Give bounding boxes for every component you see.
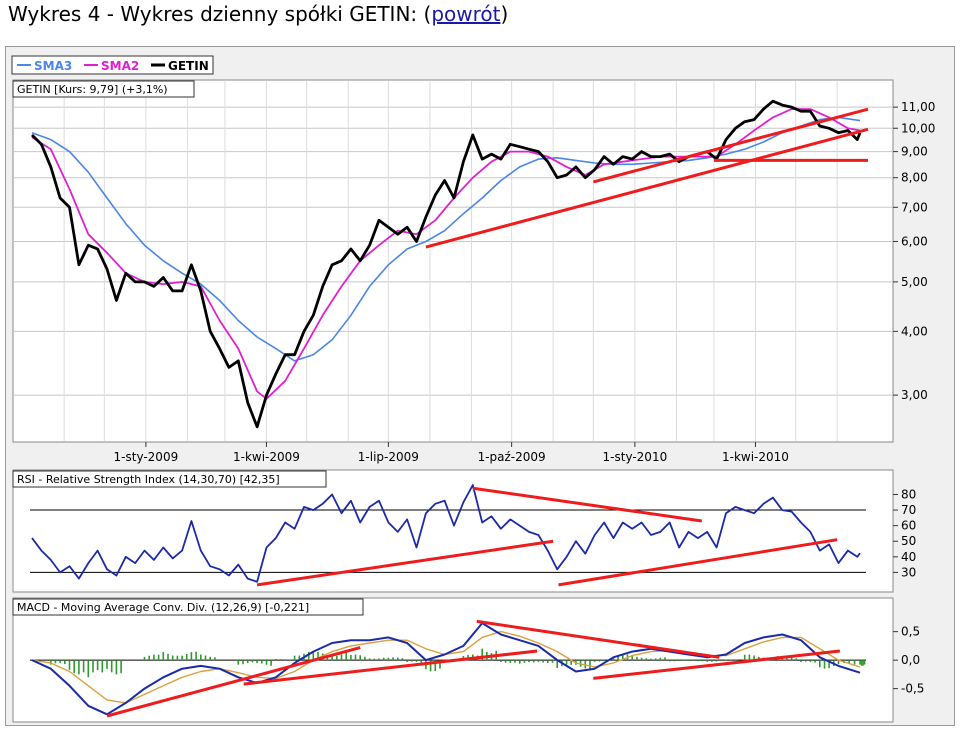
price-panel: GETIN [Kurs: 9,79] (+3,1%) 3,00 4,00 5,00 6… — [12, 79, 935, 464]
price-x-tick-label: 1-sty-2009 — [114, 450, 179, 464]
price-x-tick-label: 1-kwi-2009 — [233, 450, 300, 464]
price-y-tick-label: 3,00 — [901, 388, 928, 402]
price-y-tick-label: 10,00 — [901, 121, 935, 135]
rsi-y-tick-label: 50 — [901, 534, 916, 548]
macd-y-tick-label: -0,5 — [901, 682, 924, 696]
price-y-tick-label: 11,00 — [901, 100, 935, 114]
price-y-tick-label: 8,00 — [901, 171, 928, 185]
price-y-ticks: 3,00 4,00 5,00 6,00 7,00 8,00 9,00 10,00 11,00 — [893, 100, 935, 402]
rsi-y-tick-label: 60 — [901, 519, 916, 533]
price-y-tick-label: 4,00 — [901, 324, 928, 338]
price-x-tick-label: 1-lip-2009 — [358, 450, 419, 464]
price-y-tick-label: 7,00 — [901, 200, 928, 214]
legend-getin-label: GETIN — [168, 59, 209, 73]
macd-panel-title: MACD - Moving Average Conv. Div. (12,26,… — [17, 601, 309, 614]
legend-sma3-label: SMA3 — [34, 59, 72, 73]
macd-y-tick-label: 0,0 — [901, 653, 920, 667]
price-y-tick-label: 5,00 — [901, 275, 928, 289]
price-panel-title: GETIN [Kurs: 9,79] (+3,1%) — [17, 83, 168, 96]
rsi-y-tick-label: 70 — [901, 503, 916, 517]
rsi-y-tick-label: 80 — [901, 487, 916, 501]
rsi-panel-title: RSI - Relative Strength Index (14,30,70)… — [17, 473, 280, 486]
macd-y-ticks: 0,5 0,0 -0,5 — [893, 625, 924, 696]
stock-chart: SMA3 SMA2 GETIN GETIN [Kurs: 9,79] (+3,1… — [11, 55, 935, 723]
rsi-y-ticks: 304050607080 — [893, 487, 916, 579]
rsi-y-tick-label: 30 — [901, 565, 916, 579]
rsi-y-tick-label: 40 — [901, 550, 916, 564]
price-y-tick-label: 6,00 — [901, 234, 928, 248]
price-x-tick-label: 1-paź-2009 — [478, 450, 546, 464]
rsi-panel: RSI - Relative Strength Index (14,30,70)… — [12, 469, 916, 593]
price-x-tick-label: 1-kwi-2010 — [722, 450, 789, 464]
legend-sma2-label: SMA2 — [101, 59, 139, 73]
price-x-tick-label: 1-sty-2010 — [603, 450, 668, 464]
macd-y-tick-label: 0,5 — [901, 625, 920, 639]
legend: SMA3 SMA2 GETIN — [11, 55, 214, 75]
price-x-ticks: 1-sty-2009 1-kwi-2009 1-lip-2009 1-paź-2009… — [114, 442, 789, 464]
macd-panel: MACD - Moving Average Conv. Div. (12,26,… — [12, 597, 924, 723]
price-y-tick-label: 9,00 — [901, 145, 928, 159]
